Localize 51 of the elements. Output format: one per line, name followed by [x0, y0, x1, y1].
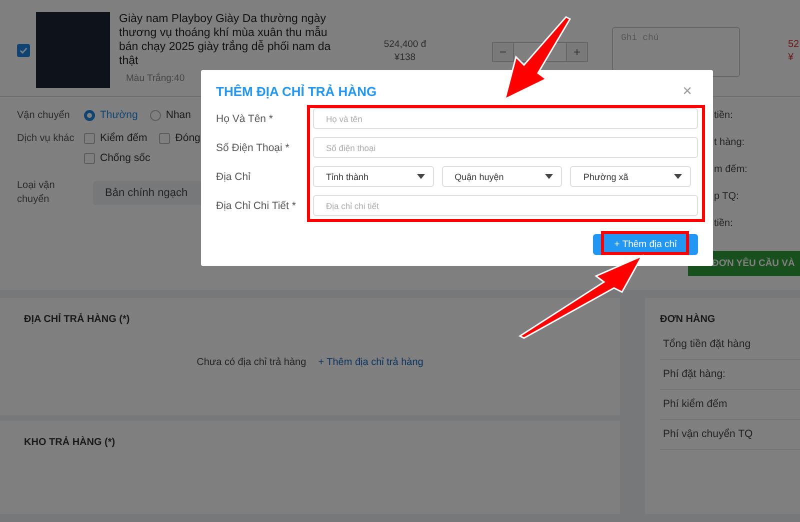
close-button[interactable]: ×	[676, 84, 698, 98]
field-label: Họ Và Tên *	[216, 112, 274, 124]
section-title: ĐỊA CHỈ TRẢ HÀNG (*)	[24, 314, 131, 325]
price-vnd: 524,400 đ	[384, 38, 426, 51]
option-label[interactable]: Đóng	[175, 132, 200, 144]
caret-icon	[674, 174, 682, 179]
summary-label: m đếm:	[713, 164, 748, 177]
option-label[interactable]: Chống sốc	[100, 152, 150, 164]
checkbox[interactable]	[17, 44, 30, 57]
field-label: Địa Chỉ Chi Tiết *	[216, 200, 297, 212]
summary-label: tiền:	[713, 218, 734, 231]
checkbox[interactable]	[159, 132, 170, 144]
field-label: Loại vận chuyển	[17, 179, 56, 207]
total-cny: ¥	[788, 51, 795, 64]
option-label[interactable]: Nhan	[166, 109, 191, 121]
summary-label: p TQ:	[713, 191, 740, 204]
radio-button[interactable]	[150, 110, 161, 120]
total-vnd: 52	[788, 38, 800, 51]
summary-label: t hàng:	[713, 137, 746, 150]
product-title[interactable]: Giày nam Playboy Giày Da thường ngày thương vụ thoáng khí mùa xuân thu mẫu bán chạy 2025 giày trắng dễ phối nam da thật	[119, 12, 344, 68]
summary-label: Phí vận chuyển TQ	[660, 420, 800, 450]
option-label[interactable]: Kiểm đếm	[100, 132, 148, 144]
caret-icon	[416, 174, 425, 179]
caret-icon	[545, 174, 554, 179]
section-title: KHO TRẢ HÀNG (*)	[24, 437, 116, 448]
field-label: Dịch vụ khác	[17, 132, 76, 146]
checkbox[interactable]	[84, 132, 95, 144]
dropdown[interactable]: Phường xã	[570, 166, 692, 187]
minus-button[interactable]: −	[492, 42, 514, 62]
check-icon	[19, 46, 28, 55]
product-variant: Màu Trắng:40	[126, 73, 186, 84]
price-cny: ¥138	[394, 51, 416, 64]
add-address-link[interactable]: + Thêm địa chỉ trả hàng	[318, 357, 424, 368]
radio-button[interactable]	[84, 110, 95, 120]
modal-title: THÊM ĐỊA CHỈ TRẢ HÀNG	[216, 84, 377, 99]
dropdown[interactable]: Tỉnh thành	[313, 166, 434, 187]
plus-button[interactable]: +	[566, 42, 588, 62]
field-label: Vận chuyển	[17, 109, 71, 123]
summary-label: tiền:	[713, 110, 734, 123]
summary-label: Tổng tiền đặt hàng	[660, 330, 800, 360]
dropdown[interactable]: Quận huyện	[442, 166, 562, 187]
empty-message: Chưa có địa chỉ trả hàng	[196, 357, 306, 368]
checkbox[interactable]	[84, 152, 95, 164]
field-label: Số Điện Thoại *	[216, 142, 290, 154]
input-field[interactable]: Địa chỉ chi tiết	[313, 195, 698, 216]
summary-label: Phí đặt hàng:	[660, 360, 800, 390]
input-field[interactable]: Số điện thoại	[313, 137, 698, 158]
option-label[interactable]: Thường	[100, 109, 138, 121]
summary-label: Phí kiểm đếm	[660, 390, 800, 420]
section-title: ĐƠN HÀNG	[660, 314, 716, 325]
field-label: Địa Chỉ	[216, 170, 252, 182]
